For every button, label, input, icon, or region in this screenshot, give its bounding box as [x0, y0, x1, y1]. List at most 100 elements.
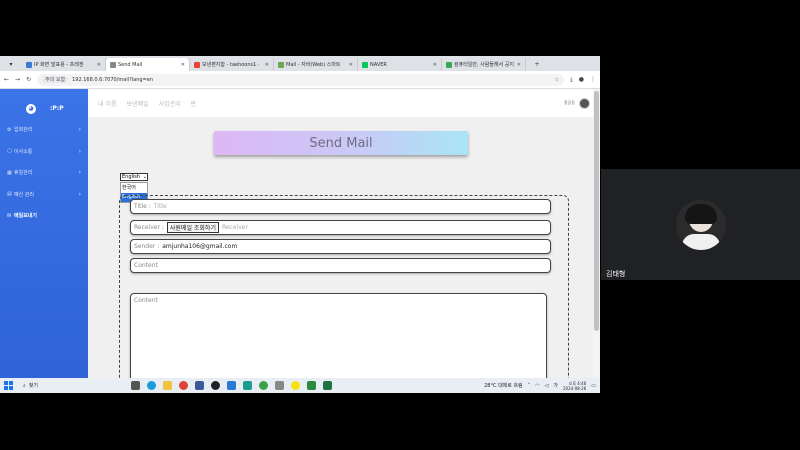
- avatar-shirt: [682, 234, 720, 250]
- save-icon[interactable]: [195, 381, 204, 390]
- brand[interactable]: ◕ :P:P: [0, 89, 88, 119]
- browser-tab-active[interactable]: Send Mail ✕: [106, 58, 190, 71]
- task-view-icon[interactable]: [131, 381, 140, 390]
- vscode-icon[interactable]: [227, 381, 236, 390]
- sidebar-item-budget[interactable]: ▤ 예산 관리 ›: [0, 184, 88, 206]
- tab-favicon-icon: [446, 61, 452, 68]
- close-icon[interactable]: ✕: [517, 62, 521, 68]
- reload-icon[interactable]: ↻: [26, 76, 31, 83]
- clock[interactable]: 오후 4:46 2024-08-26: [563, 381, 586, 391]
- scrollbar[interactable]: [593, 89, 600, 378]
- tab-favicon-icon: [26, 61, 32, 68]
- wallet-icon: ▤: [7, 191, 12, 198]
- profile-icon[interactable]: ●: [579, 76, 584, 83]
- mail-form: Title : Title Receiver : 사원메일 조회하기 Recei…: [119, 195, 569, 378]
- sender-field[interactable]: Sender : amjunha106@gmail.com: [130, 239, 551, 254]
- title-field[interactable]: Title : Title: [130, 199, 551, 214]
- calendar-icon: ▦: [7, 169, 12, 176]
- wifi-icon[interactable]: ◠: [535, 383, 539, 389]
- scrollbar-thumb[interactable]: [594, 91, 599, 331]
- language-select[interactable]: English ⌄: [120, 173, 148, 181]
- volume-icon[interactable]: ◁: [545, 383, 549, 389]
- browser-tab[interactable]: 보낸편지함 - taehoons1 · ✕: [190, 58, 274, 71]
- close-icon[interactable]: ✕: [349, 62, 353, 68]
- kakaotalk-icon[interactable]: [291, 381, 300, 390]
- excel-icon[interactable]: [323, 381, 332, 390]
- chevron-up-icon[interactable]: ˄: [528, 383, 531, 389]
- envelope-icon: ✉: [7, 212, 12, 219]
- app-icon[interactable]: [211, 381, 220, 390]
- participant-avatar: [676, 200, 726, 250]
- notification-icon[interactable]: ▭: [591, 383, 596, 389]
- close-icon[interactable]: ✕: [97, 62, 101, 68]
- windows-start-icon[interactable]: [4, 381, 13, 390]
- taskbar-search[interactable]: ⌕ 찾기: [23, 382, 103, 390]
- content-textarea[interactable]: Content: [130, 293, 547, 378]
- chat-icon: ▢: [7, 148, 12, 155]
- sidebar-item-send-mail[interactable]: ✉ 메일보내기: [0, 205, 88, 227]
- receiver-input[interactable]: Receiver: [222, 224, 248, 231]
- file-explorer-icon[interactable]: [163, 381, 172, 390]
- new-tab-button[interactable]: +: [526, 58, 548, 71]
- user-name: 홍길동: [563, 100, 575, 105]
- browser-tab[interactable]: Mail - 자바(Web) 스마트 ✕: [274, 58, 358, 71]
- topnav-link[interactable]: 보낸메일: [126, 99, 148, 108]
- close-icon[interactable]: ✕: [433, 62, 437, 68]
- keyboard-language-icon[interactable]: 가: [553, 382, 558, 389]
- gear-icon: ⚙: [7, 126, 12, 133]
- browser-tab[interactable]: 컴퓨터일반, 사람들해서 공지 ✕: [442, 58, 526, 71]
- forward-icon[interactable]: →: [15, 76, 20, 83]
- chevron-down-icon: ⌄: [142, 174, 147, 180]
- avatar: [579, 97, 590, 109]
- topnav-link[interactable]: 내 이름: [98, 99, 116, 108]
- url-text[interactable]: 192.168.0.6:7070/mail?lang=en: [72, 77, 153, 83]
- logo-icon: ◕: [26, 103, 36, 114]
- receiver-field[interactable]: Receiver : 사원메일 조회하기 Receiver: [130, 220, 551, 235]
- sidebar-item-membership[interactable]: ⚙ 입회관리 ›: [0, 119, 88, 141]
- close-icon[interactable]: ✕: [265, 62, 269, 68]
- system-tray: 28°C 대체로 흐림 ˄ ◠ ◁ 가 오후 4:46 2024-08-26 ▭: [484, 381, 596, 391]
- tab-controls[interactable]: ▾: [0, 58, 22, 71]
- address-toolbar: ← → ↻ 주의 요함 192.168.0.6:7070/mail?lang=e…: [0, 71, 600, 89]
- download-icon[interactable]: ⤓: [570, 76, 573, 84]
- avatar-hair: [685, 204, 717, 224]
- sidebar-item-communication[interactable]: ▢ 이사소통 ›: [0, 141, 88, 163]
- chevron-right-icon: ›: [78, 147, 81, 155]
- chrome-icon[interactable]: [179, 381, 188, 390]
- not-secure-badge[interactable]: 주의 요함: [42, 76, 69, 83]
- user-menu[interactable]: 홍길동: [563, 97, 590, 109]
- bookmark-star-icon[interactable]: ☆: [555, 77, 559, 83]
- more-menu-icon[interactable]: ⋮: [590, 76, 596, 83]
- naver-favicon-icon: [362, 61, 368, 68]
- back-icon[interactable]: ←: [4, 76, 9, 83]
- edge-icon[interactable]: [147, 381, 156, 390]
- browser-tab[interactable]: IP 화면 발표용 - 프레젠 ✕: [22, 58, 106, 71]
- page-title: Send Mail: [214, 131, 468, 155]
- tab-favicon-icon: [278, 61, 284, 68]
- search-icon: ⌕: [23, 382, 26, 389]
- language-option-korean[interactable]: 한국어: [121, 183, 147, 193]
- weather-status[interactable]: 28°C 대체로 흐림: [484, 382, 523, 389]
- tab-search-icon[interactable]: ▾: [9, 61, 12, 68]
- content-label-field: Content: [130, 258, 551, 273]
- top-navigation: 내 이름 보낸메일 사업관리 판 홍길동: [88, 89, 600, 117]
- tab-favicon-icon: [110, 61, 116, 68]
- address-bar[interactable]: 주의 요함 192.168.0.6:7070/mail?lang=en ☆: [37, 73, 565, 86]
- app-icon[interactable]: [275, 381, 284, 390]
- chevron-right-icon: ›: [78, 126, 81, 134]
- browser-tab[interactable]: NAVER ✕: [358, 58, 442, 71]
- app-icon[interactable]: [307, 381, 316, 390]
- taskbar-apps: [131, 381, 332, 390]
- title-input[interactable]: Title: [154, 203, 167, 210]
- chevron-right-icon: ›: [78, 190, 81, 198]
- topnav-link[interactable]: 판: [191, 99, 197, 108]
- app-icon[interactable]: [243, 381, 252, 390]
- sender-input[interactable]: amjunha106@gmail.com: [162, 243, 237, 250]
- chevron-right-icon: ›: [78, 169, 81, 177]
- participant-name: 김태형: [606, 270, 626, 278]
- app-icon[interactable]: [259, 381, 268, 390]
- sidebar-item-holidays[interactable]: ▦ 휴일관리 ›: [0, 162, 88, 184]
- topnav-link[interactable]: 사업관리: [159, 99, 181, 108]
- close-icon[interactable]: ✕: [181, 62, 185, 68]
- lookup-employee-mail-button[interactable]: 사원메일 조회하기: [166, 222, 219, 233]
